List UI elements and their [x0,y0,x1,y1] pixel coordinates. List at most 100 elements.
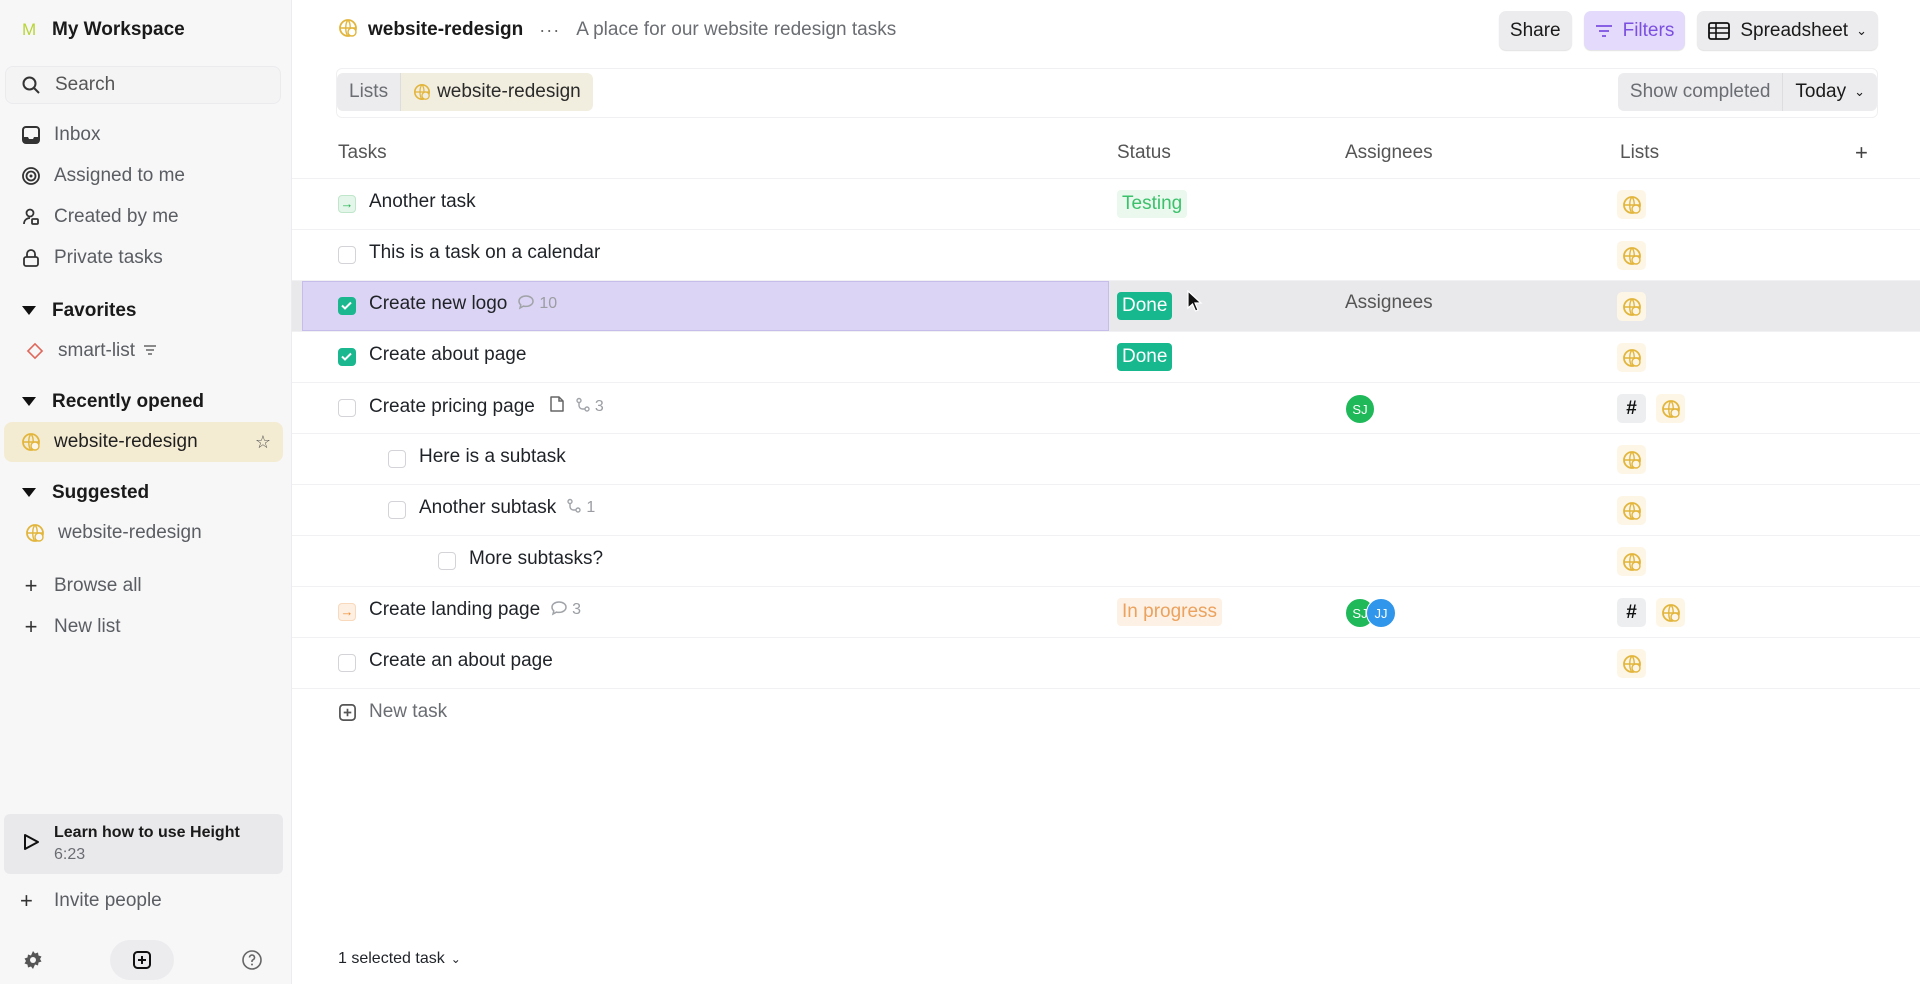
task-name: Create an about page [369,650,553,671]
search-input[interactable]: Search [5,66,281,104]
search-placeholder: Search [55,74,116,95]
add-column-button[interactable]: + [1855,140,1868,166]
task-checkbox-checked[interactable] [338,348,356,366]
lists-cell[interactable] [1617,292,1646,321]
section-recent[interactable]: Recently opened [0,381,291,422]
new-task-row[interactable]: New task [292,688,1920,739]
table-row[interactable]: Another subtask 1 [292,484,1920,535]
new-list-button[interactable]: + New list [0,606,291,647]
new-task-button[interactable]: New task [338,701,447,723]
assignees-cell[interactable]: SJ JJ [1345,598,1396,628]
task-name-cell[interactable]: Here is a subtask [419,446,566,468]
globe-icon [20,431,42,453]
task-checkbox[interactable] [338,654,356,672]
table-row[interactable]: Create an about page [292,637,1920,688]
status-badge[interactable]: Done [1117,343,1173,371]
sidebar-item-website-redesign-recent[interactable]: website-redesign ☆ [4,422,283,462]
filter-bar: Lists website-redesign Show completed To… [336,68,1878,118]
task-name-cell[interactable]: More subtasks? [469,548,603,570]
task-checkbox-checked[interactable] [338,297,356,315]
task-name-cell[interactable]: This is a task on a calendar [369,242,600,264]
table-row[interactable]: More subtasks? [292,535,1920,586]
lists-cell[interactable]: # [1617,598,1685,627]
sidebar-item-assigned[interactable]: Assigned to me [0,155,291,196]
task-name-cell[interactable]: Create an about page [369,650,553,672]
completed-range-dropdown[interactable]: Today ⌄ [1782,73,1877,111]
section-title: Suggested [52,481,150,503]
column-header-tasks[interactable]: Tasks [338,142,387,164]
sidebar-item-created[interactable]: Created by me [0,196,291,237]
show-completed-toggle[interactable]: Show completed [1617,73,1783,111]
lists-cell[interactable] [1617,649,1646,678]
breadcrumb-label: website-redesign [437,81,581,102]
task-checkbox[interactable] [438,552,456,570]
assignees-cell[interactable]: SJ [1345,394,1375,424]
comment-count[interactable]: 10 [517,294,557,315]
task-name-cell[interactable]: Another task [369,191,476,213]
more-options-icon[interactable]: ··· [539,20,560,41]
table-body: → Another task Testing This is a task on a … [292,178,1920,739]
browse-all-button[interactable]: + Browse all [0,565,291,606]
column-header-status[interactable]: Status [1117,142,1171,164]
mouse-cursor-icon [1187,290,1203,312]
learn-title: Learn how to use Height [54,824,240,841]
task-name-cell[interactable]: Another subtask 1 [419,497,595,519]
sidebar-item-private[interactable]: Private tasks [0,237,291,278]
workspace-switcher[interactable]: M My Workspace [0,0,291,60]
task-checkbox[interactable] [388,501,406,519]
task-name-cell[interactable]: Create pricing page 3 [369,395,604,419]
subtask-count[interactable]: 1 [566,498,595,519]
task-checkbox[interactable] [338,399,356,417]
page-description[interactable]: A place for our website redesign tasks [576,19,896,41]
subtask-count[interactable]: 3 [575,397,604,418]
task-status-arrow-icon[interactable]: → [338,603,356,621]
new-task-compose-button[interactable] [110,940,174,980]
sidebar-item-smart-list[interactable]: smart-list [4,331,283,371]
view-switcher-button[interactable]: Spreadsheet ⌄ [1697,11,1878,50]
status-badge[interactable]: Testing [1117,190,1188,218]
task-checkbox[interactable] [338,246,356,264]
sidebar-item-inbox[interactable]: Inbox [0,114,291,155]
selection-summary[interactable]: 1 selected task ⌄ [338,950,461,968]
table-row[interactable]: Create new logo 10 Done Assignees [292,280,1920,331]
column-header-lists[interactable]: Lists [1620,142,1659,164]
lists-cell[interactable]: # [1617,394,1685,423]
page-title[interactable]: website-redesign [368,19,523,41]
status-badge[interactable]: In progress [1117,598,1223,626]
table-row[interactable]: Here is a subtask [292,433,1920,484]
lists-cell[interactable] [1617,343,1646,372]
gear-icon[interactable] [22,949,44,976]
lists-cell[interactable] [1617,547,1646,576]
invite-people-button[interactable]: + Invite people [20,888,162,914]
share-button[interactable]: Share [1498,11,1572,50]
breadcrumb-current-list[interactable]: website-redesign [400,73,593,111]
table-row[interactable]: This is a task on a calendar [292,229,1920,280]
table-row[interactable]: Create pricing page 3 SJ # [292,382,1920,433]
star-icon[interactable]: ☆ [255,432,271,453]
breadcrumb-lists[interactable]: Lists [337,73,401,111]
sidebar-item-website-redesign-suggested[interactable]: website-redesign [4,513,283,553]
task-status-arrow-icon[interactable]: → [338,195,356,213]
subtask-icon [566,498,582,519]
task-checkbox[interactable] [388,450,406,468]
status-badge[interactable]: Done [1117,292,1173,320]
table-row[interactable]: Create about page Done [292,331,1920,382]
comment-count[interactable]: 3 [550,600,581,621]
task-name-cell[interactable]: Create about page [369,344,526,366]
sidebar-item-label: Assigned to me [54,164,185,186]
table-row[interactable]: → Create landing page 3 In progress SJ JJ # [292,586,1920,637]
section-suggested[interactable]: Suggested [0,472,291,513]
task-name-cell[interactable]: Create landing page 3 [369,599,581,621]
assignees-cell[interactable]: Assignees [1345,292,1433,314]
lists-cell[interactable] [1617,445,1646,474]
lists-cell[interactable] [1617,496,1646,525]
task-name-cell[interactable]: Create new logo 10 [369,293,557,315]
lists-cell[interactable] [1617,241,1646,270]
learn-video-card[interactable]: Learn how to use Height 6:23 [4,814,283,874]
column-header-assignees[interactable]: Assignees [1345,142,1433,164]
section-favorites[interactable]: Favorites [0,290,291,331]
filters-button[interactable]: Filters [1583,11,1686,50]
help-icon[interactable] [241,949,263,976]
table-row[interactable]: → Another task Testing [292,178,1920,229]
lists-cell[interactable] [1617,190,1646,219]
